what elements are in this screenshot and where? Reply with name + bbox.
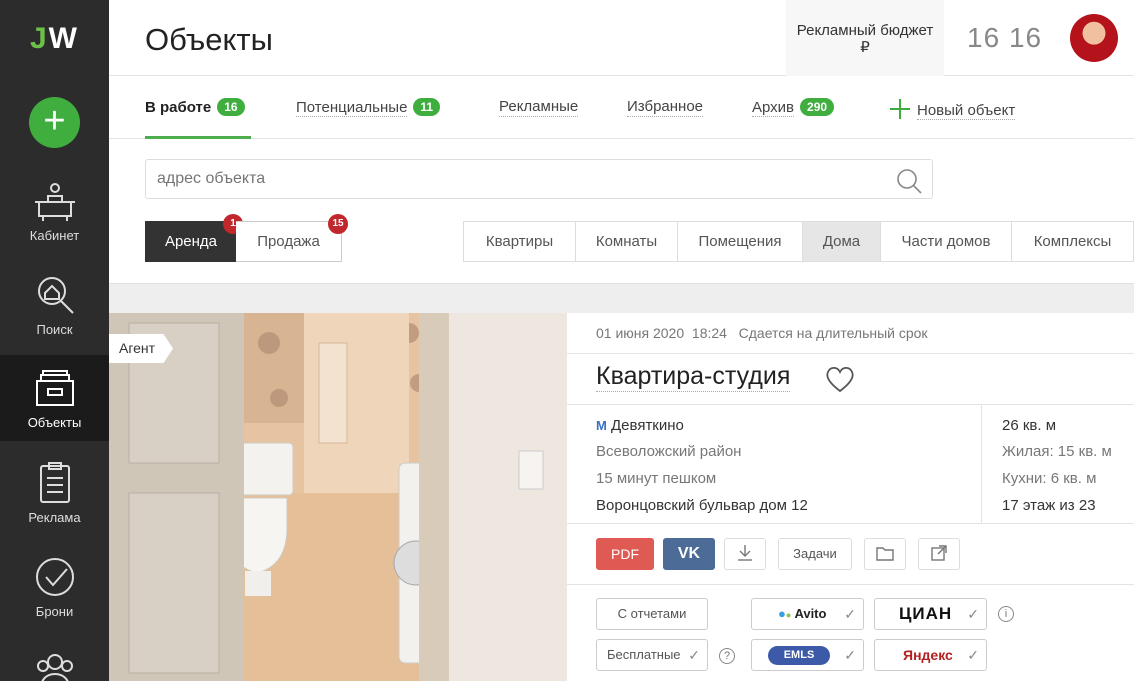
tab-favorites[interactable]: Избранное <box>627 98 704 117</box>
walk-time: 15 минут пешком <box>596 470 717 487</box>
type-houses[interactable]: Дома <box>803 221 881 262</box>
check-icon: ✓ <box>844 647 856 663</box>
listing-card: 01 июня 2020 18:24 Сдается на длительный… <box>567 313 1134 681</box>
sale-count-badge: 15 <box>328 214 348 234</box>
page-title: Объекты <box>145 22 273 57</box>
external-link-button[interactable] <box>918 538 960 570</box>
check-icon: ✓ <box>688 647 700 663</box>
with-reports-toggle[interactable]: С отчетами <box>596 598 708 630</box>
count-badge: 16 <box>217 98 245 116</box>
search-box <box>145 159 933 199</box>
total-area: 26 кв. м <box>1002 417 1057 434</box>
tab-potential[interactable]: Потенциальные 11 <box>296 98 441 117</box>
floor: 17 этаж из 23 <box>1002 497 1096 514</box>
top-bar: Объекты Рекламный бюджет ₽ 16 16 <box>109 0 1134 76</box>
sidebar-item-cabinet[interactable]: Кабинет <box>0 180 109 248</box>
listing-title[interactable]: Квартира-студия <box>596 361 791 392</box>
check-icon: ✓ <box>967 647 979 663</box>
tab-advertising[interactable]: Рекламные <box>499 98 579 117</box>
search-icon[interactable] <box>896 168 922 194</box>
new-object-button[interactable]: Новый объект <box>889 98 1016 121</box>
yandex-toggle[interactable]: Яндекс ✓ <box>874 639 987 671</box>
agent-tag: Агент <box>109 334 174 363</box>
listing-photo[interactable] <box>109 313 567 681</box>
type-house-parts[interactable]: Части домов <box>881 221 1012 262</box>
kitchen-area: Кухни: 6 кв. м <box>1002 470 1097 487</box>
check-circle-icon <box>35 558 74 596</box>
metro-station: M Девяткино <box>596 417 684 434</box>
counters: 16 16 <box>967 22 1043 53</box>
check-icon: ✓ <box>967 606 979 622</box>
check-icon: ✓ <box>844 606 856 622</box>
add-button[interactable]: + <box>29 97 80 148</box>
sidebar-item-search[interactable]: Поиск <box>0 274 109 342</box>
folder-button[interactable] <box>864 538 906 570</box>
separator-band <box>109 283 1134 313</box>
ad-budget[interactable]: Рекламный бюджет ₽ <box>786 0 944 76</box>
deal-sale[interactable]: Продажа <box>236 221 342 262</box>
pdf-button[interactable]: PDF <box>596 538 654 570</box>
sidebar: JW + Кабинет Поиск Объекты Реклама Брони <box>0 0 109 681</box>
objects-icon <box>35 370 74 406</box>
download-icon <box>738 545 752 561</box>
avatar[interactable] <box>1070 14 1118 62</box>
free-toggle[interactable]: Бесплатные ✓ <box>596 639 708 671</box>
cian-toggle[interactable]: ЦИАН ✓ <box>874 598 987 630</box>
district: Всеволожский район <box>596 443 742 460</box>
search-house-icon <box>37 277 74 314</box>
emls-toggle[interactable]: EMLS ✓ <box>751 639 864 671</box>
cabinet-icon <box>34 183 75 221</box>
clipboard-icon <box>39 462 70 503</box>
type-complexes[interactable]: Комплексы <box>1012 221 1134 262</box>
avito-toggle[interactable]: ●● Avito ✓ <box>751 598 864 630</box>
vk-button[interactable]: VK <box>663 538 715 570</box>
type-premises[interactable]: Помещения <box>678 221 803 262</box>
logo[interactable]: JW <box>0 22 109 56</box>
external-link-icon <box>931 545 947 561</box>
plus-icon <box>890 99 910 119</box>
help-icon[interactable]: ? <box>719 648 735 664</box>
sidebar-item-people[interactable] <box>0 650 109 681</box>
status-tabs: В работе 16 Потенциальные 11 Рекламные Изб… <box>109 77 1134 139</box>
address: Воронцовский бульвар дом 12 <box>596 497 808 514</box>
listing-meta: 01 июня 2020 18:24 Сдается на длительный… <box>596 325 928 341</box>
active-tab-underline <box>145 136 251 139</box>
living-area: Жилая: 15 кв. м <box>1002 443 1112 460</box>
type-apartments[interactable]: Квартиры <box>463 221 576 262</box>
heart-icon[interactable] <box>825 365 855 393</box>
metro-icon: M <box>596 418 607 433</box>
tasks-button[interactable]: Задачи <box>778 538 852 570</box>
tab-in-work[interactable]: В работе 16 <box>145 98 245 117</box>
sidebar-item-ads[interactable]: Реклама <box>0 462 109 530</box>
folder-icon <box>876 547 894 561</box>
sidebar-item-bookings[interactable]: Брони <box>0 556 109 624</box>
sidebar-item-objects[interactable]: Объекты <box>0 355 109 441</box>
download-button[interactable] <box>724 538 766 570</box>
people-icon <box>36 654 73 681</box>
count-badge: 290 <box>800 98 835 116</box>
count-badge: 11 <box>413 98 441 116</box>
tab-archive[interactable]: Архив 290 <box>752 98 835 117</box>
info-icon[interactable]: i <box>998 606 1014 622</box>
type-rooms[interactable]: Комнаты <box>576 221 678 262</box>
search-input[interactable] <box>146 160 886 198</box>
